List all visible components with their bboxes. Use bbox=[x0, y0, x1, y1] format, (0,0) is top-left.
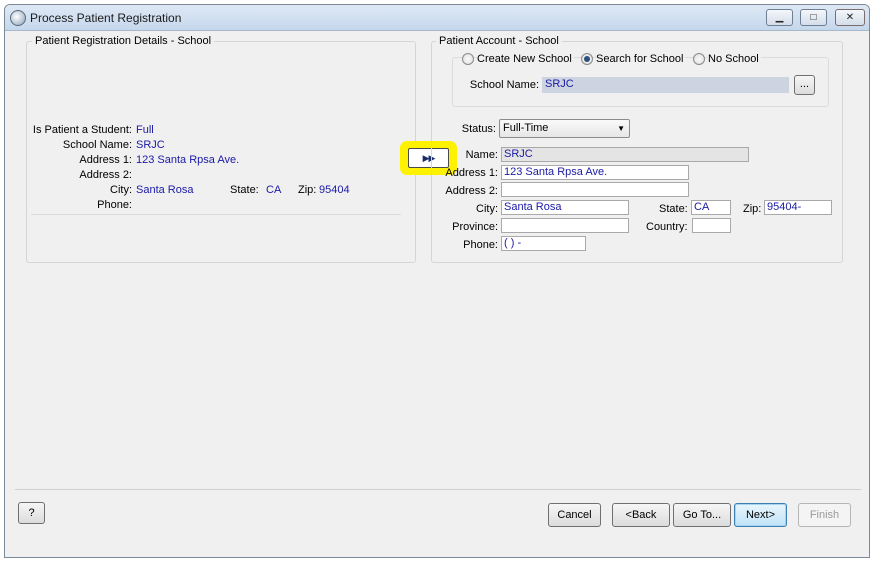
details-separator bbox=[31, 214, 401, 215]
status-select[interactable]: Full-Time ▼ bbox=[499, 119, 630, 138]
no-school-label[interactable]: No School bbox=[708, 53, 761, 65]
account-province-label: Province: bbox=[452, 221, 498, 233]
account-address2-label: Address 2: bbox=[445, 185, 498, 197]
school-name-label: School Name: bbox=[62, 139, 132, 151]
account-phone-label: Phone: bbox=[463, 239, 498, 251]
account-phone-field[interactable]: ( ) - bbox=[501, 236, 586, 251]
account-city-field[interactable]: Santa Rosa bbox=[501, 200, 629, 215]
minimize-button[interactable]: ▁ bbox=[766, 9, 793, 26]
account-zip-field[interactable]: 95404- bbox=[764, 200, 832, 215]
maximize-icon: □ bbox=[810, 12, 817, 23]
help-button[interactable]: ? bbox=[18, 502, 45, 524]
cancel-button[interactable]: Cancel bbox=[548, 503, 601, 527]
student-value: Full bbox=[136, 124, 154, 136]
patient-account-legend: Patient Account - School bbox=[436, 35, 562, 47]
back-button[interactable]: <Back bbox=[612, 503, 670, 527]
account-name-label: Name: bbox=[465, 149, 498, 161]
account-address1-field[interactable]: 123 Santa Rpsa Ave. bbox=[501, 165, 689, 180]
close-button[interactable]: ✕ bbox=[835, 9, 865, 26]
registration-details-legend: Patient Registration Details - School bbox=[32, 35, 215, 47]
account-state-field[interactable]: CA bbox=[691, 200, 731, 215]
minimize-icon: ▁ bbox=[775, 12, 784, 23]
city-label: City: bbox=[110, 184, 132, 196]
account-province-field[interactable] bbox=[501, 218, 629, 233]
close-icon: ✕ bbox=[845, 12, 855, 23]
status-select-value: Full-Time bbox=[503, 122, 549, 134]
chevron-down-icon: ▼ bbox=[617, 124, 625, 133]
window-title: Process Patient Registration bbox=[30, 11, 182, 25]
account-zip-label: Zip: bbox=[743, 203, 762, 215]
no-school-radio[interactable] bbox=[693, 53, 705, 65]
student-label: Is Patient a Student: bbox=[32, 124, 132, 136]
app-icon bbox=[10, 10, 26, 26]
next-button[interactable]: Next> bbox=[734, 503, 787, 527]
create-new-school-radio[interactable] bbox=[462, 53, 474, 65]
title-bar: Process Patient Registration ▁ □ ✕ bbox=[5, 5, 869, 31]
search-for-school-label[interactable]: Search for School bbox=[596, 53, 686, 65]
registration-details-group bbox=[26, 41, 416, 263]
state-value: CA bbox=[266, 184, 282, 196]
browse-school-button[interactable]: ... bbox=[794, 75, 815, 95]
create-new-school-label[interactable]: Create New School bbox=[477, 53, 574, 65]
account-country-field[interactable] bbox=[692, 218, 731, 233]
zip-value: 95404 bbox=[319, 184, 350, 196]
school-name-value: SRJC bbox=[136, 139, 165, 151]
finish-button[interactable]: Finish bbox=[798, 503, 851, 527]
status-label: Status: bbox=[461, 123, 496, 135]
address1-label: Address 1: bbox=[79, 154, 132, 166]
account-city-label: City: bbox=[476, 203, 498, 215]
address1-value: 123 Santa Rpsa Ave. bbox=[136, 154, 240, 166]
maximize-button[interactable]: □ bbox=[800, 9, 827, 26]
main-window: Process Patient Registration ▁ □ ✕ Patie… bbox=[4, 4, 870, 558]
school-name-search-label: School Name: bbox=[469, 79, 539, 91]
city-value: Santa Rosa bbox=[136, 184, 194, 196]
account-address2-field[interactable] bbox=[501, 182, 689, 197]
footer-separator bbox=[15, 489, 861, 490]
address2-label: Address 2: bbox=[79, 169, 132, 181]
account-country-label: Country: bbox=[646, 221, 688, 233]
goto-button[interactable]: Go To... bbox=[673, 503, 731, 527]
account-address1-label: Address 1: bbox=[445, 167, 498, 179]
search-for-school-radio[interactable] bbox=[581, 53, 593, 65]
school-name-search-field[interactable]: SRJC bbox=[542, 77, 789, 93]
account-name-field[interactable]: SRJC bbox=[501, 147, 749, 162]
zip-label: Zip: bbox=[298, 184, 317, 196]
state-label: State: bbox=[230, 184, 259, 196]
account-state-label: State: bbox=[659, 203, 688, 215]
phone-label: Phone: bbox=[97, 199, 132, 211]
